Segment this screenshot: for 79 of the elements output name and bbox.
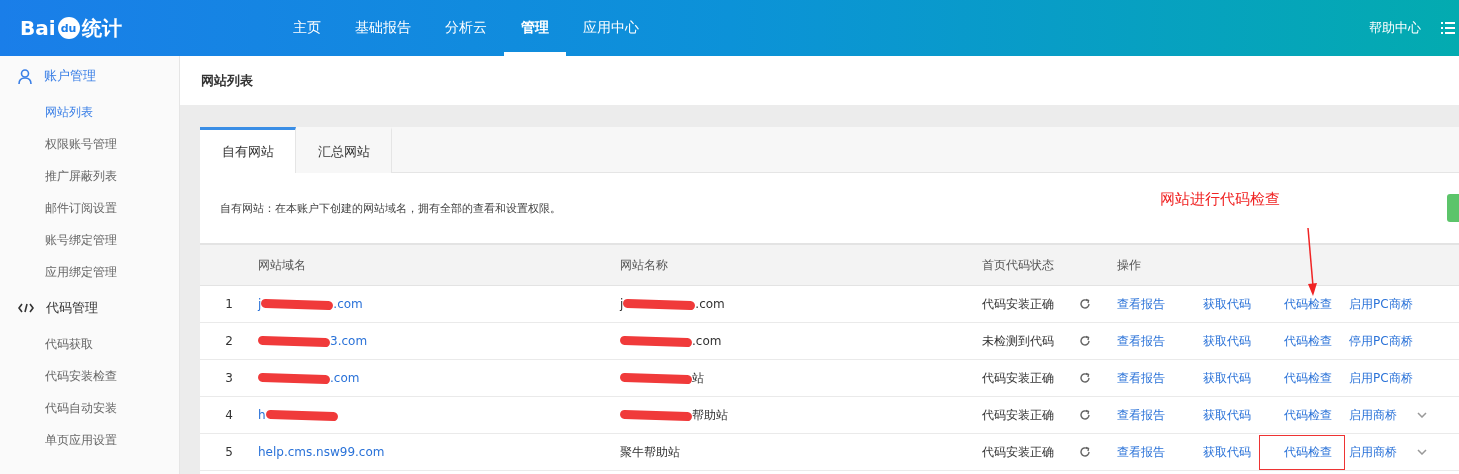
action-link[interactable]: 启用PC商桥 [1349, 369, 1413, 387]
refresh-icon[interactable] [1079, 409, 1091, 421]
action-link[interactable]: 启用商桥 [1349, 443, 1397, 461]
site-name: .com [695, 297, 725, 311]
chevron-down-icon[interactable] [1417, 449, 1427, 455]
action-link[interactable]: 代码检查 [1284, 406, 1332, 424]
code-status: 代码安装正确 [982, 295, 1054, 313]
action-link[interactable]: 启用PC商桥 [1349, 295, 1413, 313]
column-header: 首页代码状态 [982, 256, 1054, 274]
nav-tab[interactable]: 基础报告 [338, 0, 428, 56]
nav-tab[interactable]: 主页 [276, 0, 338, 56]
action-link[interactable]: 代码检查 [1284, 369, 1332, 387]
code-status: 代码安装正确 [982, 443, 1054, 461]
action-link[interactable]: 获取代码 [1203, 443, 1251, 461]
sidebar-item[interactable]: 代码获取 [0, 328, 179, 360]
sidebar-item[interactable]: 网站列表 [0, 96, 179, 128]
action-link[interactable]: 查看报告 [1117, 369, 1165, 387]
code-status: 代码安装正确 [982, 406, 1054, 424]
sidebar-item[interactable]: 代码安装检查 [0, 360, 179, 392]
user-icon [18, 68, 32, 84]
action-link[interactable]: 获取代码 [1203, 406, 1251, 424]
action-link[interactable]: 查看报告 [1117, 443, 1165, 461]
tab[interactable]: 汇总网站 [296, 127, 392, 173]
action-link[interactable]: 代码检查 [1284, 332, 1332, 350]
action-link[interactable]: 查看报告 [1117, 332, 1165, 350]
nav-tab[interactable]: 分析云 [428, 0, 504, 56]
refresh-icon[interactable] [1079, 372, 1091, 384]
menu-icon[interactable] [1441, 22, 1455, 34]
sidebar-item[interactable]: 应用绑定管理 [0, 256, 179, 288]
domain-link[interactable]: .com [330, 371, 360, 385]
action-link[interactable]: 停用PC商桥 [1349, 332, 1413, 350]
domain-link[interactable]: 3.com [330, 334, 368, 348]
action-link[interactable]: 查看报告 [1117, 295, 1165, 313]
sidebar-item[interactable]: 权限账号管理 [0, 128, 179, 160]
row-number: 2 [225, 334, 233, 348]
column-header: 操作 [1117, 256, 1141, 274]
action-link[interactable]: 查看报告 [1117, 406, 1165, 424]
sidebar-item[interactable]: 单页应用设置 [0, 424, 179, 456]
code-icon [18, 303, 34, 313]
site-name: j [620, 297, 624, 311]
row-number: 5 [225, 445, 233, 459]
annotation-text: 网站进行代码检查 [1160, 190, 1280, 209]
row-number: 4 [225, 408, 233, 422]
site-name: 帮助站 [692, 406, 728, 424]
refresh-icon[interactable] [1079, 335, 1091, 347]
row-number: 1 [225, 297, 233, 311]
domain-link[interactable]: j [258, 297, 262, 311]
description: 自有网站：在本账户下创建的网站域名，拥有全部的查看和设置权限。 [220, 200, 561, 216]
page-title: 网站列表 [201, 71, 253, 90]
sidebar-item[interactable]: 推广屏蔽列表 [0, 160, 179, 192]
action-link[interactable]: 获取代码 [1203, 332, 1251, 350]
sidebar-item[interactable]: 账号绑定管理 [0, 224, 179, 256]
action-link[interactable]: 代码检查 [1284, 295, 1332, 313]
code-status: 代码安装正确 [982, 369, 1054, 387]
action-link[interactable]: 启用商桥 [1349, 406, 1397, 424]
domain-link[interactable]: h [258, 408, 266, 422]
chevron-down-icon[interactable] [1417, 412, 1427, 418]
row-number: 3 [225, 371, 233, 385]
domain-link[interactable]: help.cms.nsw99.com [258, 445, 385, 459]
action-link[interactable]: 获取代码 [1203, 369, 1251, 387]
sidebar-item[interactable]: 邮件订阅设置 [0, 192, 179, 224]
site-name: 站 [692, 369, 704, 387]
action-link[interactable]: 获取代码 [1203, 295, 1251, 313]
refresh-icon[interactable] [1079, 446, 1091, 458]
sidebar-item[interactable]: 代码自动安装 [0, 392, 179, 424]
code-status: 未检测到代码 [982, 332, 1054, 350]
help-link[interactable]: 帮助中心 [1369, 0, 1421, 56]
sidebar-group[interactable]: 代码管理 [0, 288, 179, 328]
tab[interactable]: 自有网站 [200, 127, 296, 173]
nav-tab[interactable]: 应用中心 [566, 0, 656, 56]
column-header: 网站域名 [258, 256, 306, 274]
action-link[interactable]: 代码检查 [1260, 435, 1344, 469]
logo[interactable]: Bai du 统计 [0, 0, 180, 56]
sidebar-group[interactable]: 账户管理 [0, 56, 179, 96]
site-name: .com [692, 334, 722, 348]
refresh-icon[interactable] [1079, 298, 1091, 310]
column-header: 网站名称 [620, 256, 668, 274]
domain-link[interactable]: .com [333, 297, 363, 311]
site-name: 聚牛帮助站 [620, 443, 680, 461]
